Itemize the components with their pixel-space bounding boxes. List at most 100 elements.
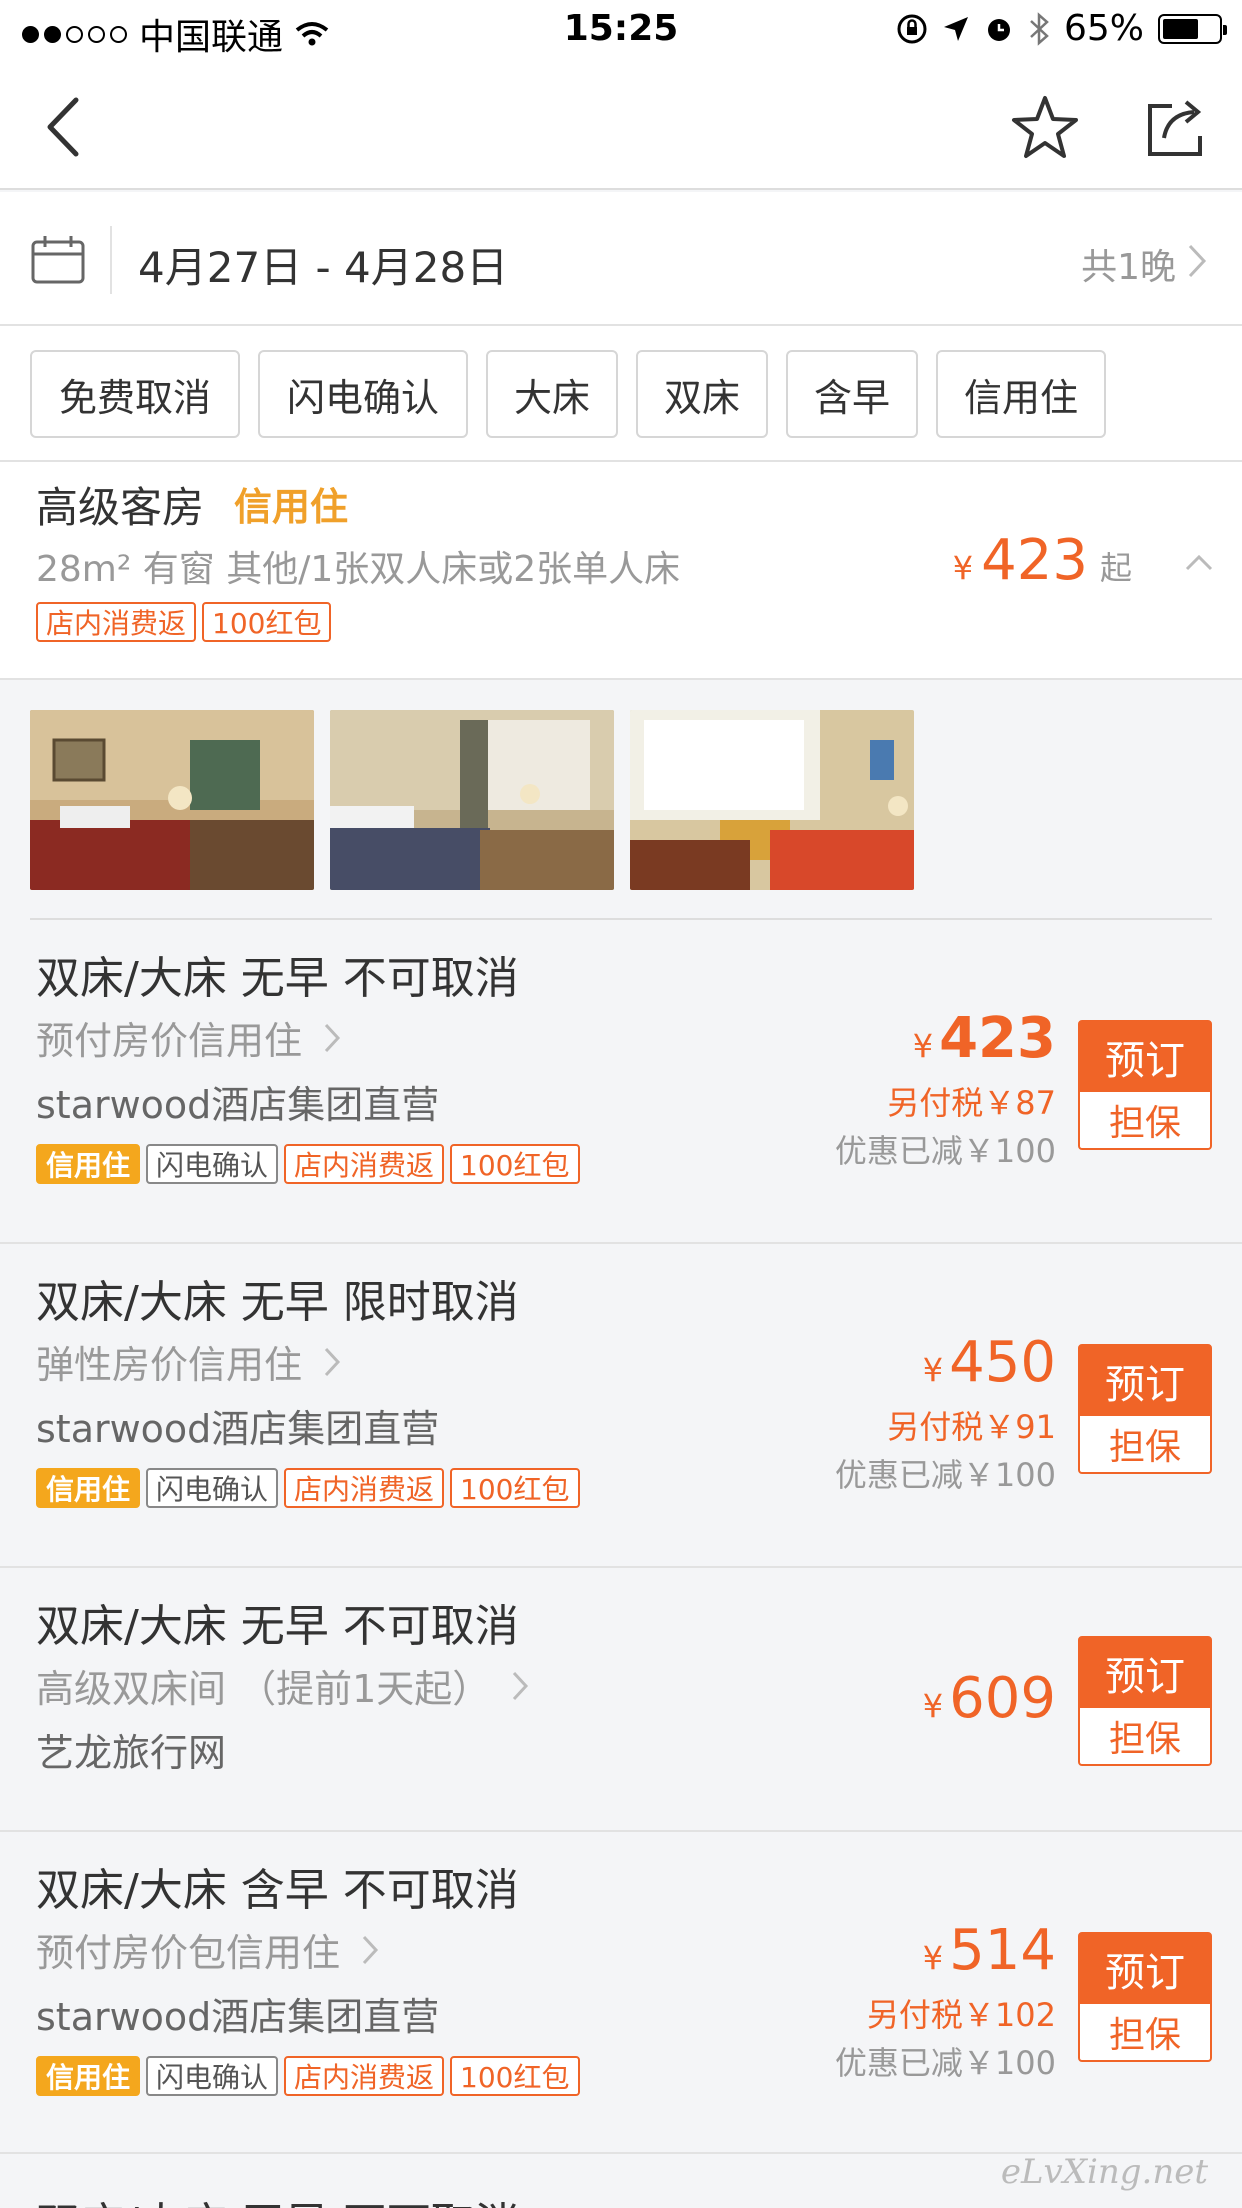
date-selector[interactable]: 4月27日 - 4月28日 共1晚 xyxy=(0,192,1242,326)
book-button-label: 预订 xyxy=(1080,1934,1210,2004)
room-tags: 店内消费返 100红包 xyxy=(36,602,337,642)
rate-title: 双床/大床 含早 不可取消 xyxy=(36,1865,519,1916)
room-price-value: 423 xyxy=(981,528,1088,593)
nights-count[interactable]: 共1晚 xyxy=(1081,238,1176,290)
chevron-up-icon[interactable] xyxy=(1184,552,1214,572)
book-button-label: 预订 xyxy=(1080,1638,1210,1708)
filter-king-bed[interactable]: 大床 xyxy=(486,350,618,438)
date-divider xyxy=(110,226,112,294)
tag-red-packet: 100红包 xyxy=(450,1144,580,1184)
book-button-label: 预订 xyxy=(1080,1346,1210,1416)
room-photo[interactable] xyxy=(30,710,314,890)
book-button[interactable]: 预订 担保 xyxy=(1078,1932,1212,2062)
rate-price-value: 423 xyxy=(939,1006,1056,1071)
room-specs: 28m² 有窗 其他/1张双人床或2张单人床 xyxy=(36,549,681,590)
location-arrow-icon xyxy=(943,16,968,41)
rate-price: ¥ 514 xyxy=(923,1918,1056,1983)
filter-twin-bed[interactable]: 双床 xyxy=(636,350,768,438)
rate-vendor: starwood酒店集团直营 xyxy=(36,1407,440,1451)
rate-tags: 信用住 闪电确认 店内消费返 100红包 xyxy=(36,2056,586,2096)
rate-plan-row[interactable]: 双床/大床 无早 不可取消 高级双床间 （提前1天起） 艺龙旅行网 ¥ 609 … xyxy=(0,1570,1242,1832)
currency-symbol: ¥ xyxy=(922,1939,944,1977)
rate-subtitle[interactable]: 弹性房价信用住 xyxy=(36,1334,342,1389)
bluetooth-icon xyxy=(1030,11,1049,46)
status-bar: 中国联通 15:25 65% xyxy=(0,0,1242,62)
watermark: eLvXing.net xyxy=(1000,2152,1208,2192)
rate-price: ¥ 609 xyxy=(923,1666,1056,1731)
book-button[interactable]: 预订 担保 xyxy=(1078,1344,1212,1474)
date-range[interactable]: 4月27日 - 4月28日 xyxy=(138,234,508,295)
next-rate-title-partial: 双床/大床 无早 不可取消 xyxy=(36,2188,519,2208)
filter-free-cancel[interactable]: 免费取消 xyxy=(30,350,240,438)
filter-instant-confirm[interactable]: 闪电确认 xyxy=(258,350,468,438)
chevron-right-icon xyxy=(1188,244,1207,278)
guarantee-label: 担保 xyxy=(1108,2015,1181,2056)
room-name: 高级客房 xyxy=(36,483,205,532)
tag-instant-confirm: 闪电确认 xyxy=(146,1468,279,1508)
rate-discount: 优惠已减￥100 xyxy=(834,2044,1056,2082)
status-right: 65% xyxy=(896,8,1227,49)
tag-red-packet: 100红包 xyxy=(202,602,332,642)
room-photos xyxy=(0,682,1242,922)
rate-subtitle[interactable]: 预付房价信用住 xyxy=(36,1010,342,1065)
rate-subtitle[interactable]: 高级双床间 （提前1天起） xyxy=(36,1658,530,1713)
tag-instant-confirm: 闪电确认 xyxy=(146,2056,279,2096)
rate-plan-row[interactable]: 双床/大床 无早 限时取消 弹性房价信用住 starwood酒店集团直营 信用住… xyxy=(0,1246,1242,1568)
rate-plan-row[interactable]: 双床/大床 无早 不可取消 预付房价信用住 starwood酒店集团直营 信用住… xyxy=(0,922,1242,1244)
guarantee-label: 担保 xyxy=(1108,1103,1181,1144)
chevron-right-icon xyxy=(324,1023,341,1052)
tag-cashback: 店内消费返 xyxy=(284,1468,445,1508)
room-credit-label: 信用住 xyxy=(234,485,349,529)
rate-price: ¥ 450 xyxy=(923,1330,1056,1395)
filter-bar: 免费取消 闪电确认 大床 双床 含早 信用住 xyxy=(0,326,1242,462)
rate-tax: 另付税￥87 xyxy=(887,1084,1056,1122)
tag-red-packet: 100红包 xyxy=(450,2056,580,2096)
rate-tags: 信用住 闪电确认 店内消费返 100红包 xyxy=(36,1468,586,1508)
currency-symbol: ¥ xyxy=(912,1027,934,1065)
tag-credit-stay: 信用住 xyxy=(36,1144,141,1184)
rate-title: 双床/大床 无早 不可取消 xyxy=(36,1601,519,1652)
rate-subtitle-text: 预付房价信用住 xyxy=(36,1019,303,1063)
book-button[interactable]: 预订 担保 xyxy=(1078,1020,1212,1150)
room-header[interactable]: 高级客房 信用住 28m² 有窗 其他/1张双人床或2张单人床 店内消费返 10… xyxy=(0,462,1242,680)
tag-credit-stay: 信用住 xyxy=(36,2056,141,2096)
back-chevron-icon[interactable] xyxy=(36,92,96,162)
rate-discount: 优惠已减￥100 xyxy=(834,1456,1056,1494)
rate-title: 双床/大床 无早 不可取消 xyxy=(36,953,519,1004)
currency-symbol: ¥ xyxy=(922,1351,944,1389)
filter-breakfast[interactable]: 含早 xyxy=(786,350,918,438)
filter-credit-stay[interactable]: 信用住 xyxy=(936,350,1106,438)
rate-price: ¥ 423 xyxy=(913,1006,1056,1071)
tag-credit-stay: 信用住 xyxy=(36,1468,141,1508)
tag-red-packet: 100红包 xyxy=(450,1468,580,1508)
rate-tax: 另付税￥102 xyxy=(866,1996,1056,2034)
nav-bar xyxy=(0,62,1242,190)
book-button-label: 预订 xyxy=(1080,1022,1210,1092)
rate-subtitle-text: 弹性房价信用住 xyxy=(36,1343,303,1387)
rate-vendor: 艺龙旅行网 xyxy=(36,1731,227,1775)
room-photo[interactable] xyxy=(630,710,914,890)
tag-instant-confirm: 闪电确认 xyxy=(146,1144,279,1184)
rate-tax: 另付税￥91 xyxy=(887,1408,1056,1446)
tag-cashback: 店内消费返 xyxy=(284,1144,445,1184)
battery-icon xyxy=(1158,13,1227,44)
room-photo[interactable] xyxy=(330,710,614,890)
alarm-icon xyxy=(987,18,1010,41)
chevron-right-icon xyxy=(513,1671,529,1700)
share-icon[interactable] xyxy=(1142,92,1212,162)
rate-price-value: 514 xyxy=(949,1918,1056,1983)
star-icon[interactable] xyxy=(1010,92,1080,162)
rate-vendor: starwood酒店集团直营 xyxy=(36,1083,440,1127)
rate-subtitle[interactable]: 预付房价包信用住 xyxy=(36,1922,380,1977)
rate-plan-row[interactable]: 双床/大床 含早 不可取消 预付房价包信用住 starwood酒店集团直营 信用… xyxy=(0,1834,1242,2154)
rate-tags: 信用住 闪电确认 店内消费返 100红包 xyxy=(36,1144,586,1184)
battery-percent: 65% xyxy=(1063,8,1144,49)
rate-discount: 优惠已减￥100 xyxy=(834,1132,1056,1170)
calendar-icon xyxy=(31,236,85,284)
rate-subtitle-text: 高级双床间 （提前1天起） xyxy=(36,1667,491,1711)
room-price-suffix: 起 xyxy=(1099,549,1132,587)
currency-symbol: ¥ xyxy=(952,549,974,587)
guarantee-label: 担保 xyxy=(1108,1427,1181,1468)
book-button[interactable]: 预订 担保 xyxy=(1078,1636,1212,1766)
tag-cashback: 店内消费返 xyxy=(36,602,197,642)
